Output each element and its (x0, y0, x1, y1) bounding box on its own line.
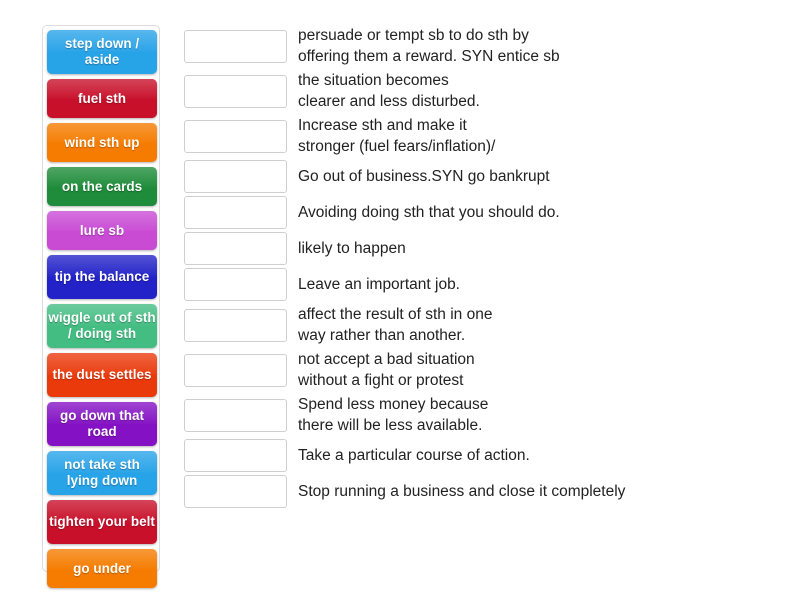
definition-text: Avoiding doing sth that you should do. (298, 204, 560, 221)
tile-label: go down that road (60, 408, 144, 439)
definition-text: Go out of business.SYN go bankrupt (298, 168, 550, 185)
answer-row: persuade or tempt sb to do sth by offeri… (184, 25, 784, 67)
dropzone[interactable] (184, 475, 287, 508)
tile-label: fuel sth (77, 90, 126, 106)
tile-label: on the cards (61, 178, 143, 194)
draggable-tile[interactable]: tip the balance (47, 255, 157, 299)
draggable-tile[interactable]: wind sth up (47, 123, 157, 162)
tile-tray: step down / aside fuel sth wind sth up on t… (42, 25, 160, 588)
dropzone[interactable] (184, 74, 287, 108)
definition-text: persuade or tempt sb to do sth by offeri… (298, 27, 560, 65)
draggable-tile[interactable]: not take sth lying down (47, 451, 157, 495)
dropzone[interactable] (184, 196, 287, 229)
tile-label: tighten your belt (49, 514, 155, 529)
tile-label: wind sth up (64, 134, 140, 150)
definition-text: affect the result of sth in one way rath… (298, 306, 493, 344)
definition-text: Spend less money because there will be l… (298, 396, 489, 434)
dropzone[interactable] (184, 353, 287, 387)
dropzone[interactable] (184, 398, 287, 432)
draggable-tile[interactable]: on the cards (47, 167, 157, 206)
dropzone[interactable] (184, 160, 287, 193)
tile-label: tip the balance (54, 269, 150, 284)
tile-label: go under (73, 560, 131, 576)
tile-label: step down / aside (64, 36, 140, 67)
answer-row: Go out of business.SYN go bankrupt (184, 160, 784, 193)
dropzone[interactable] (184, 439, 287, 472)
answer-row: not accept a bad situation without a fig… (184, 349, 784, 391)
definition-text: not accept a bad situation without a fig… (298, 351, 475, 389)
draggable-tile[interactable]: go down that road (47, 402, 157, 446)
definition-text: Leave an important job. (298, 276, 460, 293)
answer-row: Spend less money because there will be l… (184, 394, 784, 436)
dropzone[interactable] (184, 268, 287, 301)
answer-row: Take a particular course of action. (184, 439, 784, 472)
answer-row: the situation becomes clearer and less d… (184, 70, 784, 112)
draggable-tile[interactable]: lure sb (47, 211, 157, 250)
tile-label: lure sb (79, 222, 125, 238)
match-up-activity-board: step down / aside fuel sth wind sth up on t… (0, 0, 800, 600)
answer-row: Leave an important job. (184, 268, 784, 301)
dropzone[interactable] (184, 29, 287, 63)
draggable-tile[interactable]: step down / aside (47, 30, 157, 74)
definition-text: Increase sth and make it stronger (fuel … (298, 117, 496, 155)
draggable-tile[interactable]: wiggle out of sth / doing sth (47, 304, 157, 348)
definition-text: likely to happen (298, 240, 406, 257)
tile-label: wiggle out of sth / doing sth (48, 310, 156, 341)
definition-text: the situation becomes clearer and less d… (298, 72, 480, 110)
answer-rows: persuade or tempt sb to do sth by offeri… (184, 25, 784, 511)
definition-text: Take a particular course of action. (298, 447, 530, 464)
dropzone[interactable] (184, 308, 287, 342)
answer-row: likely to happen (184, 232, 784, 265)
dropzone[interactable] (184, 232, 287, 265)
draggable-tile[interactable]: tighten your belt (47, 500, 157, 544)
draggable-tile[interactable]: the dust settles (47, 353, 157, 397)
tile-label: not take sth lying down (64, 457, 140, 488)
answer-row: Avoiding doing sth that you should do. (184, 196, 784, 229)
tile-label: the dust settles (52, 367, 152, 382)
draggable-tile[interactable]: fuel sth (47, 79, 157, 118)
answer-row: Stop running a business and close it com… (184, 475, 784, 508)
definition-text: Stop running a business and close it com… (298, 483, 626, 500)
answer-row: affect the result of sth in one way rath… (184, 304, 784, 346)
dropzone[interactable] (184, 119, 287, 153)
draggable-tile[interactable]: go under (47, 549, 157, 588)
answer-row: Increase sth and make it stronger (fuel … (184, 115, 784, 157)
